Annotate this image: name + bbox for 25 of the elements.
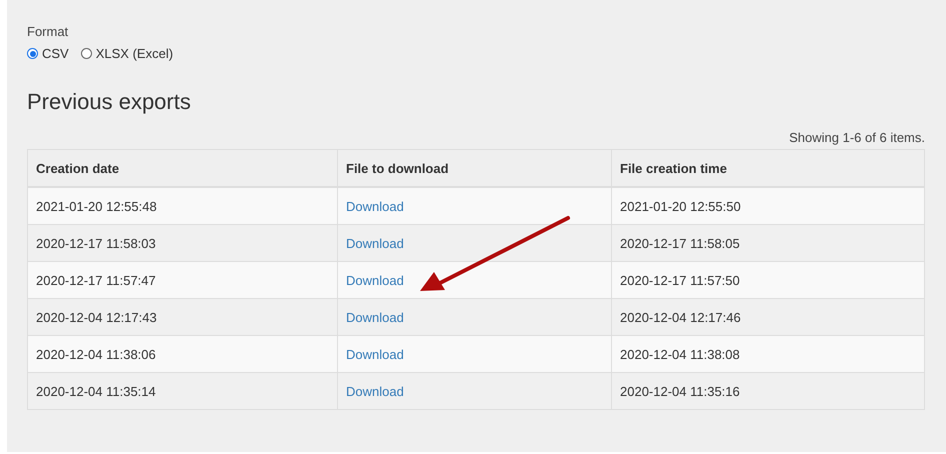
table-cell: 2020-12-17 11:57:50	[612, 262, 924, 298]
radio-button[interactable]	[27, 48, 38, 59]
download-link[interactable]: Download	[346, 346, 404, 362]
table-cell: 2020-12-04 11:38:06	[28, 336, 338, 372]
download-link[interactable]: Download	[346, 272, 404, 288]
table-cell: 2020-12-04 11:35:14	[28, 372, 338, 410]
download-link[interactable]: Download	[346, 384, 404, 398]
summary-text: Showing 1-6 of 6 items.	[788, 130, 925, 145]
download-link[interactable]: Download	[346, 236, 404, 250]
table-cell: 2020-12-17 11:57:47	[28, 262, 338, 298]
download-link[interactable]: Download	[346, 310, 404, 324]
table-cell: 2020-12-17 11:58:05	[612, 224, 924, 262]
download-link[interactable]: Download	[346, 198, 404, 214]
table-cell: 2021-01-20 12:55:50	[612, 187, 924, 224]
table-cell: 2020-12-17 11:58:03	[28, 224, 338, 262]
table-cell: 2021-01-20 12:55:48	[28, 187, 338, 224]
radio-button[interactable]	[80, 48, 92, 59]
table-cell: 2020-12-04 12:17:43	[28, 298, 338, 336]
table-cell: 2020-12-04 11:38:08	[612, 336, 924, 372]
table-cell: 2020-12-04 12:17:46	[612, 298, 924, 336]
table-cell: 2020-12-04 11:35:16	[612, 372, 924, 410]
format-label: Format	[27, 24, 70, 39]
radio-label[interactable]: XLSX (Excel)	[96, 46, 174, 61]
section-title: Previous exports	[27, 89, 192, 115]
radio-label[interactable]: CSV	[42, 46, 69, 61]
